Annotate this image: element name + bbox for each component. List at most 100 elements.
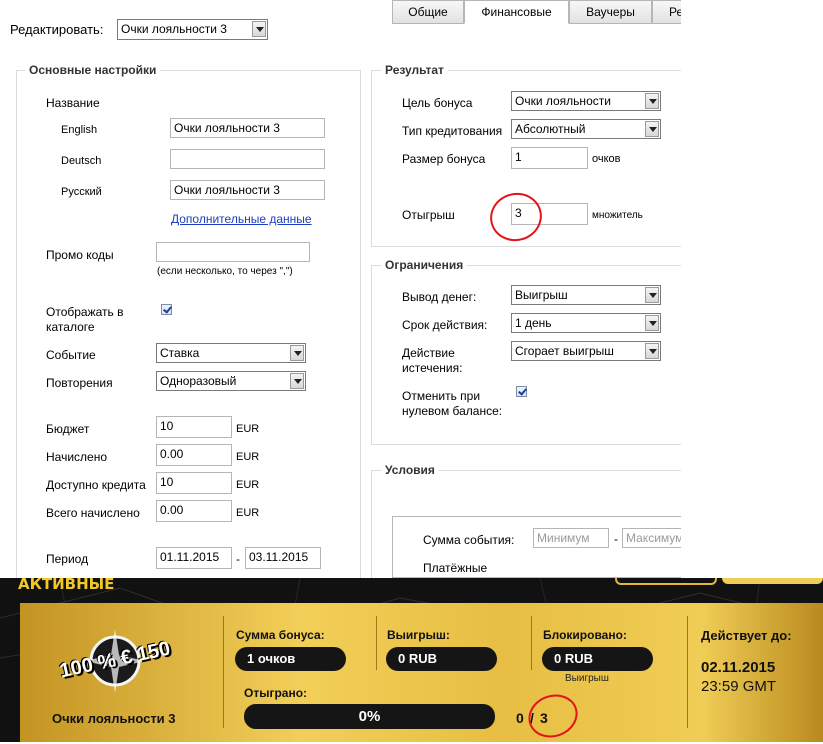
bonus-logo: 100 % € 150 [45,625,185,695]
credit-type-select[interactable]: Абсолютный [511,119,661,139]
cancel-zero-balance-checkbox[interactable] [516,386,527,397]
wager-progress-bar: 0% [244,704,495,729]
catalog-checkbox[interactable] [161,304,172,315]
tab-vouchers[interactable]: Ваучеры [569,0,652,24]
credit-type-label: Тип кредитования [402,124,503,138]
tab-general[interactable]: Общие [392,0,464,24]
bonus-name: Очки лояльности 3 [52,711,176,726]
goal-select[interactable]: Очки лояльности [511,91,661,111]
tab-financial[interactable]: Финансовые [464,0,569,24]
panel-divider [687,616,688,728]
event-label: Событие [46,348,96,362]
result-legend: Результат [381,63,448,77]
header-button-outline[interactable] [615,578,717,585]
total-accrued-unit: EUR [236,507,260,519]
chevron-down-icon [252,21,266,37]
panel-divider [223,616,224,728]
term-label: Срок действия: [402,318,488,332]
name-deutsch-input[interactable] [170,149,325,169]
tab-more[interactable]: Ре [652,0,681,24]
limits-legend: Ограничения [381,258,468,272]
term-select-value: 1 день [515,316,552,330]
wager-label: Отыгрыш [402,208,455,222]
period-dash: - [236,552,240,566]
accrued-input[interactable]: 0.00 [156,444,232,466]
budget-input[interactable]: 10 [156,416,232,438]
edit-select-value: Очки лояльности 3 [121,22,227,36]
wager-counter-done: 0 [516,710,524,726]
name-english-input[interactable]: Очки лояльности 3 [170,118,325,138]
withdraw-select[interactable]: Выигрыш [511,285,661,305]
catalog-label-line1: Отображать в [46,305,124,319]
goal-select-value: Очки лояльности [515,94,611,108]
expiry-select[interactable]: Сгорает выигрыш [511,341,661,361]
chevron-down-icon [290,373,304,389]
wager-unit: множитель [592,210,643,221]
budget-unit: EUR [236,423,260,435]
credit-type-select-value: Абсолютный [515,122,586,136]
repeat-label: Повторения [46,376,113,390]
available-credit-input[interactable]: 10 [156,472,232,494]
name-russian-input[interactable]: Очки лояльности 3 [170,180,325,200]
active-title: АКТИВНЫЕ [18,575,115,593]
sum-max-input[interactable]: Максимум [622,528,681,548]
budget-label: Бюджет [46,422,90,436]
blocked-note: Выигрыш [565,673,609,684]
bonus-size-input[interactable]: 1 [511,147,588,169]
catalog-label-line2: каталоге [46,320,95,334]
period-to-input[interactable]: 03.11.2015 [245,547,321,569]
panel-divider [531,616,532,670]
period-from-input[interactable]: 01.11.2015 [156,547,232,569]
panel-divider [376,616,377,670]
bonus-sum-label: Сумма бонуса: [236,628,325,642]
event-select[interactable]: Ставка [156,343,306,363]
chevron-down-icon [645,121,659,137]
lang-deutsch-label: Deutsch [61,155,102,167]
term-select[interactable]: 1 день [511,313,661,333]
name-label: Название [46,96,100,110]
payment-label: Платёжные [423,561,488,575]
expiry-label-line1: Действие [402,346,455,360]
chevron-down-icon [645,287,659,303]
total-accrued-label: Всего начислено [46,506,140,520]
available-credit-label: Доступно кредита [46,478,146,492]
period-label: Период [46,552,89,566]
extra-data-link[interactable]: Дополнительные данные [171,212,312,226]
cancel-label-line1: Отменить при [402,389,481,403]
blocked-value: 0 RUB [542,647,653,671]
sum-min-input[interactable]: Минимум [533,528,609,548]
promo-input[interactable] [156,242,310,262]
bonus-size-label: Размер бонуса [402,152,486,166]
repeat-select[interactable]: Одноразовый [156,371,306,391]
wagered-label: Отыграно: [244,686,308,700]
withdraw-label: Вывод денег: [402,290,477,304]
available-credit-unit: EUR [236,479,260,491]
promo-label: Промо коды [46,248,114,262]
accrued-label: Начислено [46,450,108,464]
chevron-down-icon [645,315,659,331]
total-accrued-input[interactable]: 0.00 [156,500,232,522]
goal-label: Цель бонуса [402,96,473,110]
lang-english-label: English [61,124,98,136]
edit-label: Редактировать: [10,22,104,37]
bonus-size-unit: очков [592,153,621,165]
edit-select[interactable]: Очки лояльности 3 [117,19,268,40]
promo-hint: (если несколько, то через ",") [157,266,293,277]
valid-until-date: 02.11.2015 [701,659,776,676]
valid-until-label: Действует до: [701,628,792,643]
event-sum-label: Сумма события: [423,533,515,547]
event-select-value: Ставка [160,346,200,360]
repeat-select-value: Одноразовый [160,374,237,388]
accrued-unit: EUR [236,451,260,463]
chevron-down-icon [290,345,304,361]
win-value: 0 RUB [386,647,497,671]
conditions-legend: Условия [381,463,439,477]
valid-until-time: 23:59 GMT [701,678,777,695]
expiry-select-value: Сгорает выигрыш [515,344,614,358]
wager-progress-text: 0% [358,708,381,725]
header-button[interactable] [722,578,823,584]
expiry-label-line2: истечения: [402,361,463,375]
bonus-sum-value: 1 очков [235,647,346,671]
win-label: Выигрыш: [387,628,450,642]
sum-dash: - [614,532,618,546]
